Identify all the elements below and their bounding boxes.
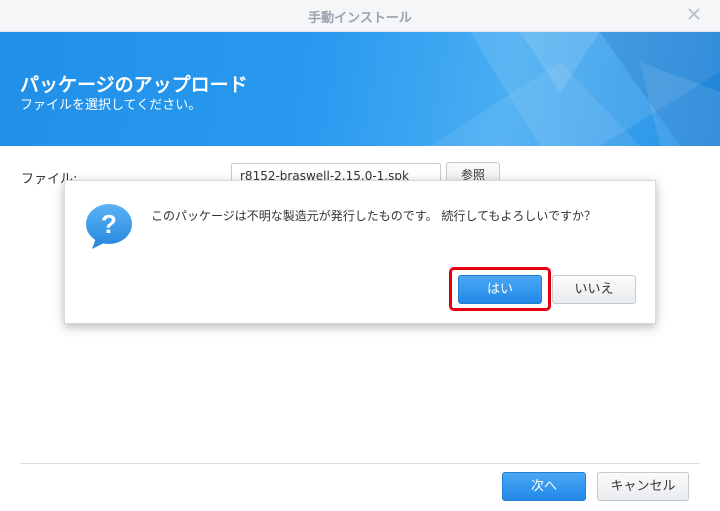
title-bar: 手動インストール	[0, 0, 720, 32]
no-button[interactable]: いいえ	[552, 275, 636, 304]
footer-divider	[20, 463, 700, 464]
dialog-message: このパッケージは不明な製造元が発行したものです。 続行してもよろしいですか？	[151, 209, 597, 223]
svg-text:?: ?	[101, 209, 117, 239]
header-banner: パッケージのアップロード ファイルを選択してください。	[0, 32, 720, 146]
cancel-button[interactable]: キャンセル	[597, 472, 689, 501]
manual-install-window: 手動インストール パッケージのアップロード ファイルを選択してください。 ファイ…	[0, 0, 720, 511]
banner-heading: パッケージのアップロード	[20, 74, 248, 96]
confirm-dialog: ? このパッケージは不明な製造元が発行したものです。 続行してもよろしいですか？…	[64, 180, 656, 324]
window-title: 手動インストール	[308, 11, 412, 26]
close-icon[interactable]	[686, 6, 702, 22]
question-icon: ?	[86, 204, 132, 249]
banner-subheading: ファイルを選択してください。	[20, 98, 202, 113]
next-button[interactable]: 次へ	[502, 472, 586, 501]
yes-button[interactable]: はい	[458, 275, 542, 304]
